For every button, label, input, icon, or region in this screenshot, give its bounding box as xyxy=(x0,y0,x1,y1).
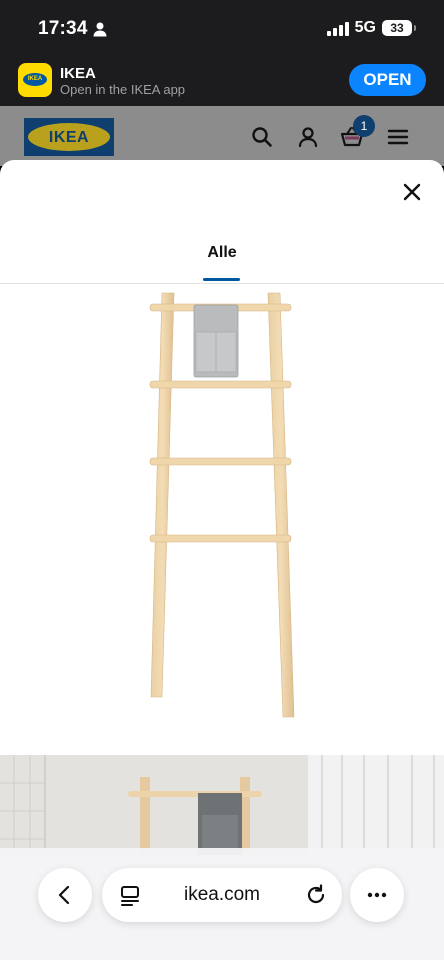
tab-all[interactable]: Alle xyxy=(0,244,444,262)
product-image[interactable] xyxy=(0,285,444,745)
user-icon[interactable] xyxy=(295,124,321,150)
image-gallery-modal: Alle xyxy=(0,160,444,960)
battery-icon: 33 xyxy=(382,20,416,36)
ikea-logo[interactable]: IKEA xyxy=(24,118,114,156)
app-banner: IKEA IKEA Open in the IKEA app OPEN xyxy=(0,56,444,106)
open-app-button[interactable]: OPEN xyxy=(349,64,426,96)
address-bar[interactable]: ikea.com xyxy=(102,868,342,922)
search-icon[interactable] xyxy=(249,124,275,150)
browser-toolbar: ikea.com xyxy=(0,848,444,960)
menu-icon[interactable] xyxy=(385,124,411,150)
tab-active-indicator xyxy=(203,278,240,281)
signal-icon xyxy=(326,20,349,36)
network-label: 5G xyxy=(354,19,376,36)
reload-icon[interactable] xyxy=(304,883,328,907)
back-button[interactable] xyxy=(38,868,92,922)
more-icon xyxy=(367,892,387,898)
back-icon xyxy=(58,885,70,905)
site-header: IKEA xyxy=(0,106,444,166)
gallery-tabs: Alle xyxy=(0,244,444,284)
app-banner-title: IKEA xyxy=(60,65,96,82)
logo-text: IKEA xyxy=(48,129,90,146)
lifestyle-image[interactable] xyxy=(0,755,444,855)
person-icon xyxy=(93,22,107,37)
more-button[interactable] xyxy=(350,868,404,922)
app-icon-logo-text: IKEA xyxy=(27,76,43,82)
status-indicators: 5G 33 xyxy=(326,19,416,37)
battery-level: 33 xyxy=(390,21,404,35)
status-time: 17:34 xyxy=(38,18,88,39)
close-icon[interactable] xyxy=(398,178,426,206)
status-bar: 17:34 5G 33 xyxy=(0,0,444,56)
ikea-app-icon: IKEA xyxy=(18,63,52,97)
app-banner-subtitle: Open in the IKEA app xyxy=(60,82,186,97)
cart-count-badge: 1 xyxy=(353,115,375,137)
